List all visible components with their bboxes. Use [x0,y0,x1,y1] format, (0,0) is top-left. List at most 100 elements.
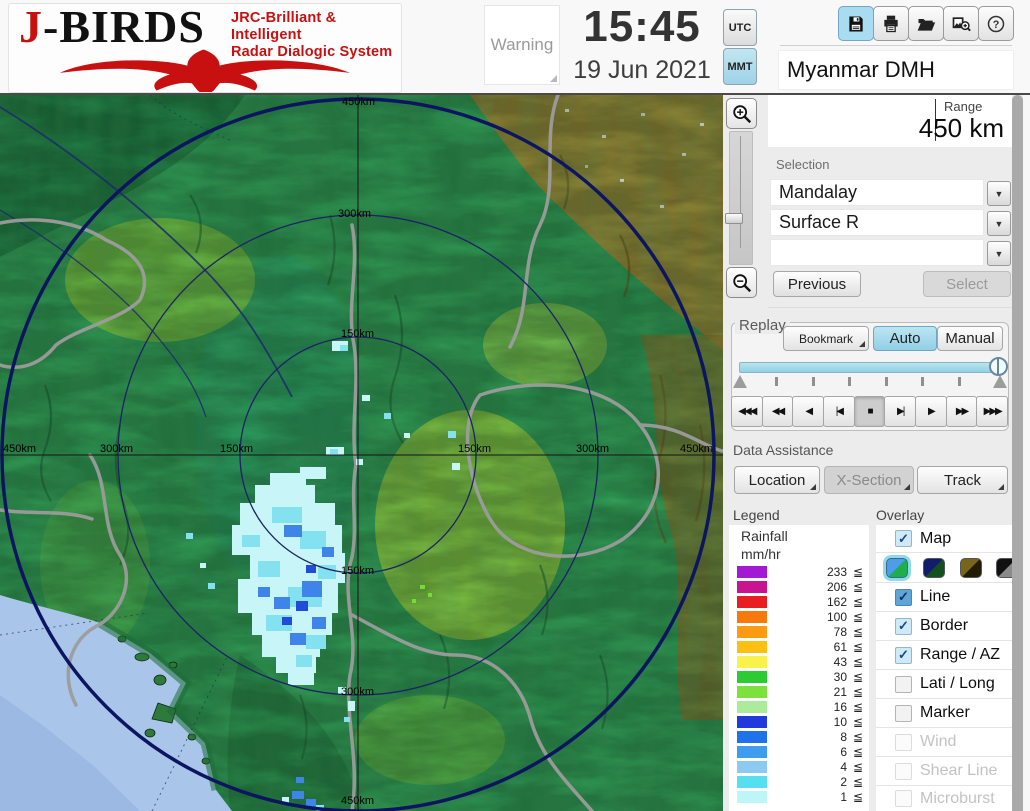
control-panel: Range 450 km Selection Mandalay ▼ Surfac… [723,95,1030,811]
slider-tick [921,377,924,386]
location-button[interactable]: Location [734,466,820,494]
ring-label: 450km [680,443,714,455]
legend-box: Rainfall mm/hr 233 ≦ 206 ≦ 162 ≦ 100 ≦ 78 ≦ 6… [729,525,869,811]
folder-icon [917,18,936,31]
utc-button[interactable]: UTC [723,9,757,46]
station-field[interactable]: Myanmar DMH [778,50,1014,90]
lati-long-checkbox[interactable] [895,675,912,693]
legend-row: 4 ≦ [729,760,869,775]
track-button[interactable]: Track [917,466,1008,494]
slider-tick [812,377,815,386]
option-dropdown-arrow[interactable]: ▼ [987,241,1011,266]
zoom-in-button[interactable] [726,98,757,129]
line-checkbox[interactable]: ✓ [895,588,912,606]
overlay-row-map[interactable]: ✓ Map [876,525,1012,553]
overlay-box: ✓ Map ✓ Line ✓ Border ✓ Range / AZ Lati … [876,525,1018,811]
ring-label: 150km [458,443,492,455]
capture-button[interactable] [943,6,979,41]
overlay-row-marker[interactable]: Marker [876,699,1012,728]
map-zoom-slider[interactable] [729,131,753,265]
overlay-item-label: Shear Line [920,762,998,779]
help-icon: ? [987,15,1005,32]
ring-label: 450km [342,96,376,108]
clock-date: 19 Jun 2021 [573,56,711,84]
legend-row: 30 ≦ [729,670,869,685]
site-dropdown-arrow[interactable]: ▼ [987,181,1011,206]
bookmark-button[interactable]: Bookmark [783,326,869,351]
legend-row: 61 ≦ [729,640,869,655]
select-button[interactable]: Select [923,271,1011,297]
legend-row: 233 ≦ [729,565,869,580]
map-style-swatch-2[interactable] [923,558,945,578]
range-box: Range 450 km [768,95,1012,147]
rewind-fast-button[interactable]: ◀◀◀ [731,396,763,427]
overlay-item-label: Map [920,529,952,547]
svg-text:?: ? [993,18,1000,30]
logo-title: J-BIRDS [19,1,205,52]
legend-row: 206 ≦ [729,580,869,595]
auto-button[interactable]: Auto [873,326,937,351]
panel-right-margin [1023,95,1030,811]
manual-button[interactable]: Manual [937,326,1003,351]
mmt-button[interactable]: MMT [723,48,757,85]
forward-fast-button[interactable]: ▶▶▶ [976,396,1009,427]
radar-map[interactable]: 450km 300km 150km 450km 300km 150km 150k… [0,95,723,811]
map-checkbox[interactable]: ✓ [895,530,912,547]
slider-tick [958,377,961,386]
jbirds-logo: J-BIRDS JRC-Brilliant & Intelligent Rada… [8,1,402,93]
product-dropdown-arrow[interactable]: ▼ [987,211,1011,236]
zoom-out-button[interactable] [726,267,757,298]
marker-checkbox[interactable] [895,704,912,722]
overlay-item-label: Marker [920,704,970,721]
stop-button[interactable]: ■ [853,396,886,427]
overlay-row-line[interactable]: ✓ Line [876,583,1012,612]
range-az-checkbox[interactable]: ✓ [895,646,912,664]
replay-label: Replay [735,317,790,334]
panel-splitter-handle[interactable] [1012,95,1023,811]
replay-slider[interactable] [739,362,1001,373]
overlay-item-label: Range / AZ [920,646,1001,663]
slider-start-marker[interactable] [733,375,747,388]
overlay-row-border[interactable]: ✓ Border [876,612,1012,641]
site-dropdown[interactable]: Mandalay [770,179,984,206]
slider-end-marker[interactable] [993,375,1007,388]
ring-label: 450km [3,443,37,455]
shear-line-checkbox [895,762,912,780]
play-button[interactable]: ▶ [915,396,947,427]
map-style-swatch-3[interactable] [960,558,982,578]
product-dropdown[interactable]: Surface R [770,209,984,236]
ring-label: 300km [576,443,610,455]
forward-button[interactable]: ▶▶ [945,396,978,427]
option-dropdown[interactable] [770,239,984,266]
chevron-down-icon: ▼ [994,218,1004,229]
ring-label: 150km [220,443,254,455]
save-button[interactable] [838,6,874,41]
slider-tick [775,377,778,386]
help-button[interactable]: ? [978,6,1014,41]
overlay-row-range-az[interactable]: ✓ Range / AZ [876,641,1012,670]
ring-label: 300km [338,208,372,220]
transport-controls: ◀◀◀ ◀◀ ◀ |◀ ■ ▶| ▶ ▶▶ ▶▶▶ [731,396,1009,427]
slider-tick [885,377,888,386]
overlay-row-lati-long[interactable]: Lati / Long [876,670,1012,699]
overlay-row-microburst: Microburst [876,786,1012,811]
step-forward-button[interactable]: ▶| [884,396,917,427]
legend-row: 78 ≦ [729,625,869,640]
legend-row: 10 ≦ [729,715,869,730]
map-style-swatch-1[interactable] [886,558,908,578]
warning-button[interactable]: Warning [484,5,560,85]
print-button[interactable] [873,6,909,41]
x-section-button[interactable]: X-Section [824,466,914,494]
rewind-button[interactable]: ◀◀ [761,396,794,427]
legend-row: 43 ≦ [729,655,869,670]
border-checkbox[interactable]: ✓ [895,617,912,635]
map-zoom-slider-handle[interactable] [725,213,743,224]
chevron-down-icon: ▼ [994,188,1004,199]
step-back-button[interactable]: |◀ [823,396,855,427]
legend-row: 21 ≦ [729,685,869,700]
legend-label: Legend [733,507,780,523]
play-reverse-button[interactable]: ◀ [792,396,825,427]
previous-button[interactable]: Previous [773,271,861,297]
replay-slider-handle[interactable] [989,357,1008,376]
open-file-button[interactable] [908,6,944,41]
